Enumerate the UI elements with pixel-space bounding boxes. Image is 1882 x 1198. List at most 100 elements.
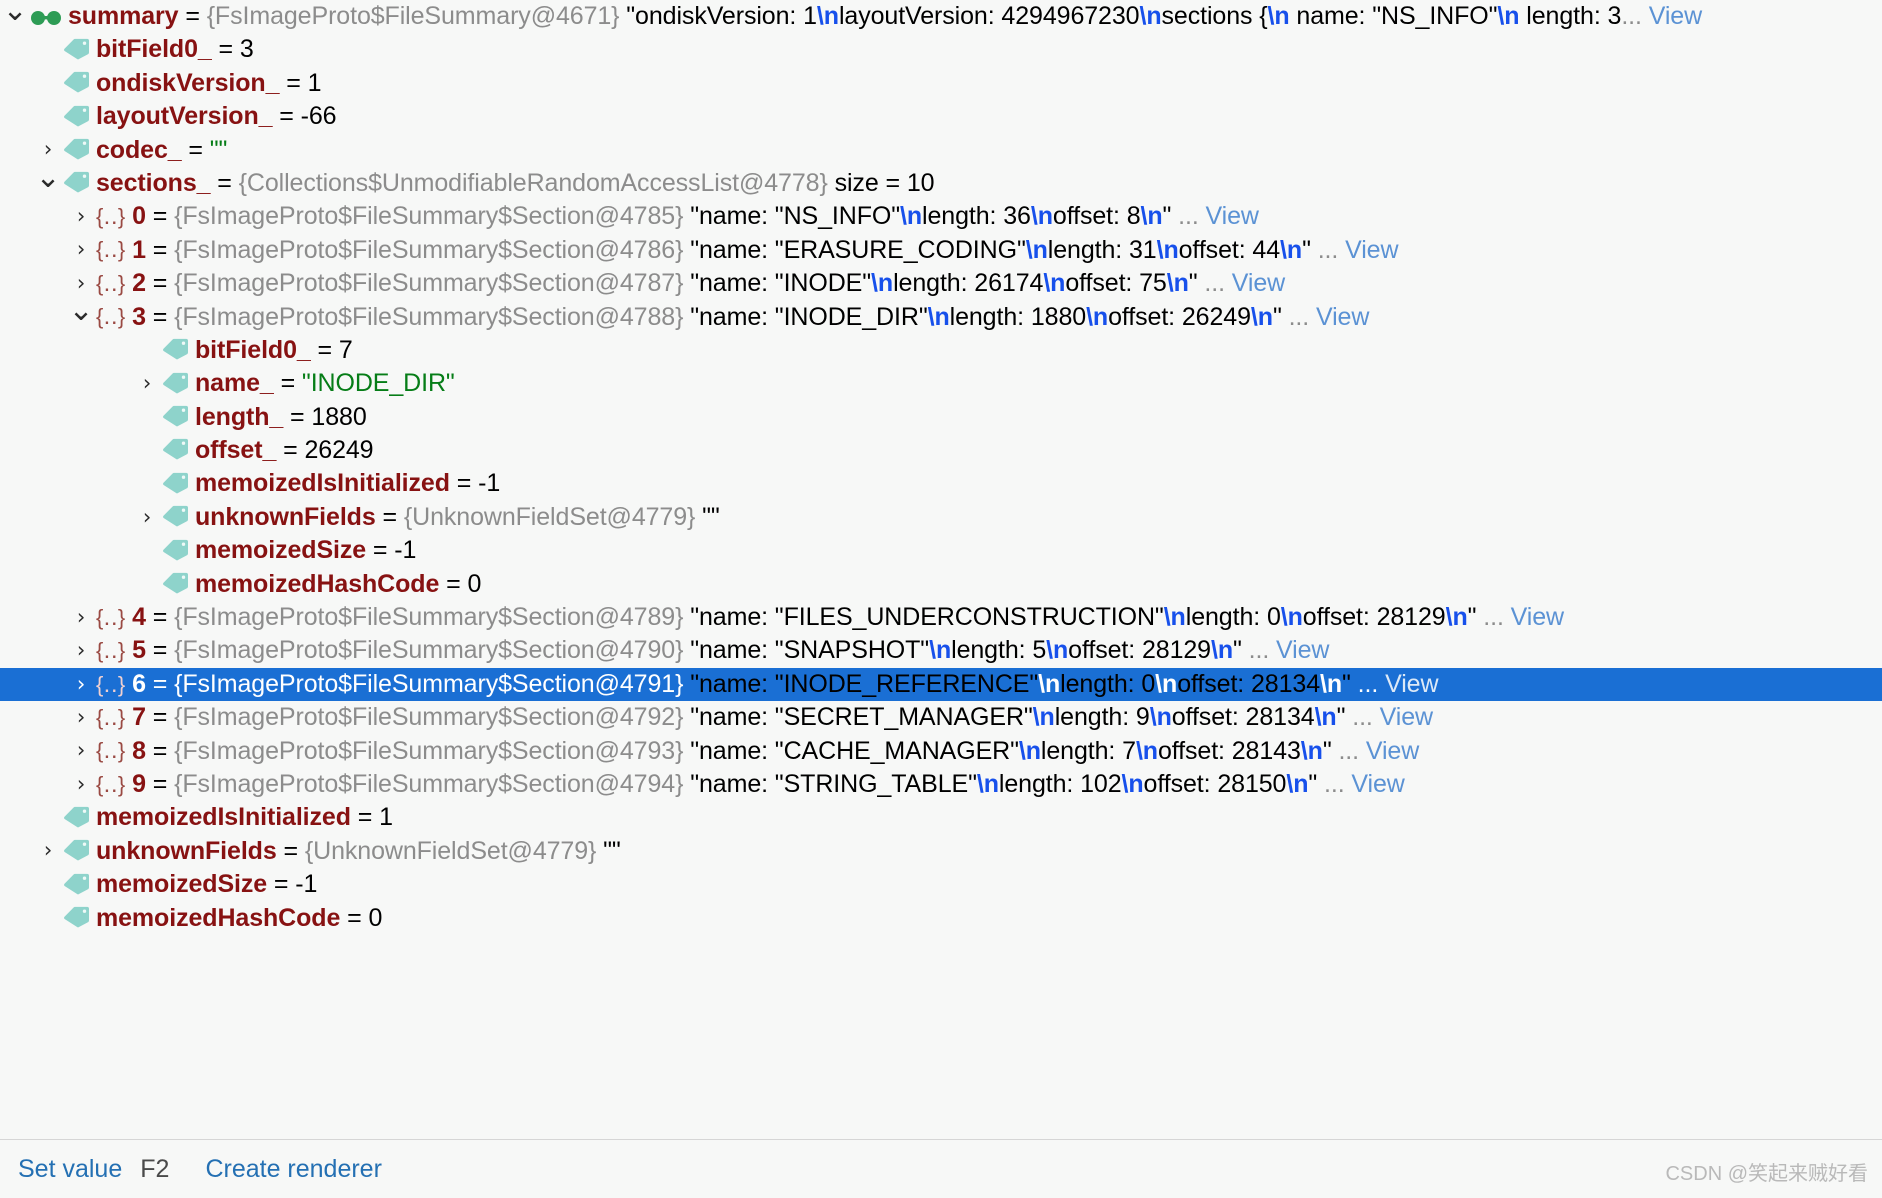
chevron-right-icon[interactable]: › [132,501,162,534]
view-link[interactable]: View [1269,636,1329,664]
value-text: -1 [295,870,318,899]
tree-row[interactable]: ⌄ sections_ = {Collections$UnmodifiableRa… [0,160,1882,200]
tree-row[interactable]: memoizedIsInitialized = 1 [0,801,1882,834]
tag-icon [162,472,189,494]
escape-sequence: \n [1320,669,1343,698]
tag-icon [63,38,90,60]
tree-row[interactable]: memoizedSize = -1 [0,534,1882,567]
chevron-right-icon[interactable]: › [66,601,96,634]
tree-row[interactable]: › {‥} 9 = {FsImageProto$FileSummary$Sectio… [0,768,1882,801]
view-link[interactable]: View [1225,269,1285,297]
array-index: 9 [132,769,146,798]
string-value: "INODE_DIR" [301,369,455,398]
variable-name: memoizedIsInitialized [195,469,450,498]
tree-row[interactable]: › {‥} 1 = {FsImageProto$FileSummary$Sectio… [0,234,1882,267]
escape-sequence: \n [1286,769,1309,798]
chevron-right-icon[interactable]: › [66,200,96,233]
chevron-right-icon[interactable]: › [66,734,96,767]
tree-row[interactable]: offset_ = 26249 [0,434,1882,467]
view-link[interactable]: View [1642,2,1702,30]
value-text: length: 5 [951,636,1047,665]
tree-row[interactable]: ⌄ summary = {FsImageProto$FileSummary@467… [0,0,1882,33]
truncation-ellipsis: ... [1345,703,1373,732]
escape-sequence: \n [1149,703,1172,732]
tree-row[interactable]: › {‥} 6 = {FsImageProto$FileSummary$Sectio… [0,667,1882,702]
tree-row[interactable]: memoizedSize = -1 [0,868,1882,901]
tree-row[interactable]: › name_ = "INODE_DIR" [0,367,1882,400]
tree-row[interactable]: ⌄ {‥} 3 = {FsImageProto$FileSummary$Sectio… [0,294,1882,334]
create-renderer-button[interactable]: Create renderer [205,1155,381,1184]
equals-sign: = [145,769,175,798]
value-type: {FsImageProto$FileSummary$Section@4792} [174,703,684,732]
tree-row[interactable]: length_ = 1880 [0,401,1882,434]
value-text: "name: "ERASURE_CODING" [683,235,1026,264]
chevron-right-icon[interactable]: › [132,367,162,400]
chevron-right-icon[interactable]: › [66,634,96,667]
value-text: "name: "SNAPSHOT" [683,636,930,665]
equals-sign: = [145,202,175,231]
chevron-right-icon[interactable]: › [66,701,96,734]
view-link[interactable]: View [1373,703,1433,731]
tree-row[interactable]: memoizedHashCode = 0 [0,902,1882,935]
tag-icon [63,71,90,93]
equals-sign: = [181,135,210,164]
tree-row[interactable]: memoizedHashCode = 0 [0,568,1882,601]
chevron-right-icon[interactable]: › [66,768,96,801]
tree-row[interactable]: bitField0_ = 3 [0,33,1882,66]
tag-icon [63,906,90,928]
escape-sequence: \n [1139,2,1162,30]
view-link[interactable]: View [1199,202,1259,230]
value-text: "name: "CACHE_MANAGER" [683,736,1019,765]
chevron-right-icon[interactable]: › [66,233,96,266]
tag-icon [162,372,189,394]
equals-sign: = [145,703,175,732]
value-type: {FsImageProto$FileSummary$Section@4786} [174,235,684,264]
chevron-down-icon[interactable]: ⌄ [0,0,30,27]
tree-row[interactable]: › codec_ = "" [0,134,1882,167]
tree-row[interactable]: › {‥} 7 = {FsImageProto$FileSummary$Sectio… [0,701,1882,734]
value-type: {UnknownFieldSet@4779} [304,836,597,865]
view-link[interactable]: View [1309,303,1369,331]
value-text: name: "NS_INFO" [1289,2,1498,30]
view-link[interactable]: View [1504,603,1564,631]
tree-row[interactable]: layoutVersion_ = -66 [0,100,1882,133]
value-type: {FsImageProto$FileSummary$Section@4791} [174,669,684,698]
tree-row[interactable]: bitField0_ = 7 [0,334,1882,367]
view-link[interactable]: View [1345,770,1404,798]
chevron-right-icon[interactable]: › [66,668,96,701]
array-index: 5 [132,636,146,665]
escape-sequence: \n [1280,603,1303,632]
bottom-toolbar: Set value F2 Create renderer [0,1139,1882,1198]
value-text: "name: "NS_INFO" [683,202,901,231]
chevron-down-icon[interactable]: ⌄ [33,160,63,194]
view-link[interactable]: View [1359,737,1419,765]
tree-row[interactable]: › unknownFields = {UnknownFieldSet@4779} … [0,835,1882,868]
value-text: 3 [239,35,254,64]
tree-row[interactable]: ondiskVersion_ = 1 [0,67,1882,100]
equals-sign: = [210,168,239,197]
tree-row[interactable]: › {‥} 5 = {FsImageProto$FileSummary$Sectio… [0,634,1882,667]
value-text: " [1322,736,1332,765]
truncation-ellipsis: ... [1241,636,1270,665]
tree-row[interactable]: › {‥} 8 = {FsImageProto$FileSummary$Sectio… [0,735,1882,768]
variable-name: layoutVersion_ [96,102,273,131]
value-text: offset: 28129 [1068,636,1211,665]
view-link[interactable]: View [1378,670,1438,698]
tree-row[interactable]: memoizedIsInitialized = -1 [0,467,1882,500]
value-type: {FsImageProto$FileSummary$Section@4794} [174,769,684,798]
tree-row[interactable]: › {‥} 4 = {FsImageProto$FileSummary$Sectio… [0,601,1882,634]
escape-sequence: \n [1300,736,1323,765]
escape-sequence: \n [1140,202,1163,231]
chevron-down-icon[interactable]: ⌄ [66,294,96,328]
tree-row[interactable]: › unknownFields = {UnknownFieldSet@4779} … [0,501,1882,534]
variable-name: memoizedHashCode [96,903,341,932]
tree-row[interactable]: › {‥} 2 = {FsImageProto$FileSummary$Sectio… [0,267,1882,300]
view-link[interactable]: View [1338,236,1398,264]
set-value-button[interactable]: Set value [18,1155,122,1184]
variable-name: memoizedSize [195,536,367,565]
chevron-right-icon[interactable]: › [33,834,63,867]
value-text: "ondiskVersion: 1 [619,2,817,30]
tree-row[interactable]: › {‥} 0 = {FsImageProto$FileSummary$Sectio… [0,200,1882,233]
variable-name: unknownFields [96,836,277,865]
variables-tree[interactable]: ⌄ summary = {FsImageProto$FileSummary@467… [0,0,1882,1140]
